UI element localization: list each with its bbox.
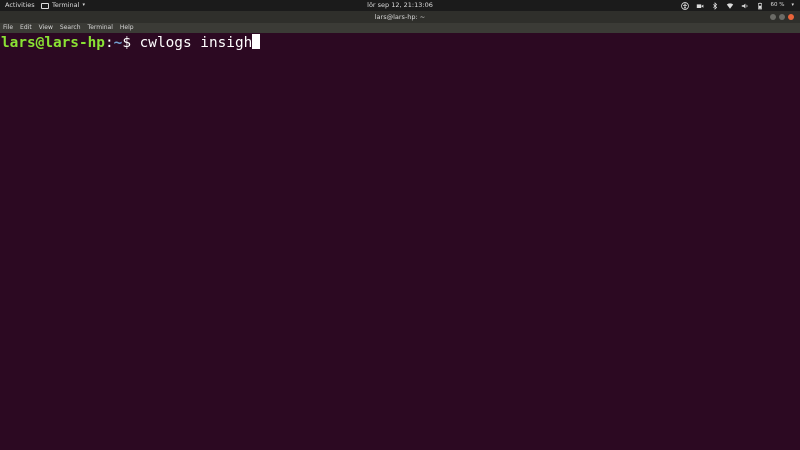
- prompt-path: ~: [113, 35, 123, 51]
- volume-icon[interactable]: [741, 2, 749, 10]
- menu-search[interactable]: Search: [60, 23, 81, 33]
- wifi-icon[interactable]: [726, 2, 734, 10]
- menu-help[interactable]: Help: [120, 23, 134, 33]
- command-input[interactable]: cwlogs insigh: [140, 35, 253, 51]
- prompt-line: lars@lars-hp:~$ cwlogs insigh: [1, 34, 261, 52]
- accessibility-icon[interactable]: [680, 1, 689, 10]
- prompt-user-host: lars@lars-hp: [1, 35, 105, 51]
- system-menu-caret-icon[interactable]: ▾: [791, 0, 794, 11]
- terminal-area[interactable]: lars@lars-hp:~$ cwlogs insigh: [0, 33, 800, 450]
- minimize-button[interactable]: [770, 14, 776, 20]
- window-title: lars@lars-hp: ~: [374, 13, 426, 21]
- maximize-button[interactable]: [779, 14, 785, 20]
- menu-file[interactable]: File: [3, 23, 13, 33]
- close-button[interactable]: [788, 14, 794, 20]
- prompt-separator: :: [104, 35, 114, 51]
- menu-edit[interactable]: Edit: [20, 23, 32, 33]
- bluetooth-icon[interactable]: [711, 1, 719, 10]
- system-tray[interactable]: 60 % ▾: [680, 0, 794, 11]
- battery-icon[interactable]: [756, 2, 764, 10]
- prompt-dollar: $: [122, 35, 140, 51]
- menu-view[interactable]: View: [39, 23, 53, 33]
- video-icon[interactable]: [696, 2, 704, 10]
- menu-terminal[interactable]: Terminal: [88, 23, 113, 33]
- top-bar: Activities Terminal ▾ lör sep 12, 21:13:…: [0, 0, 800, 11]
- window-controls: [770, 14, 794, 20]
- menu-bar: File Edit View Search Terminal Help: [0, 23, 800, 33]
- window-titlebar[interactable]: lars@lars-hp: ~: [0, 11, 800, 23]
- battery-percentage: 60 %: [770, 2, 785, 8]
- text-cursor: [252, 34, 261, 49]
